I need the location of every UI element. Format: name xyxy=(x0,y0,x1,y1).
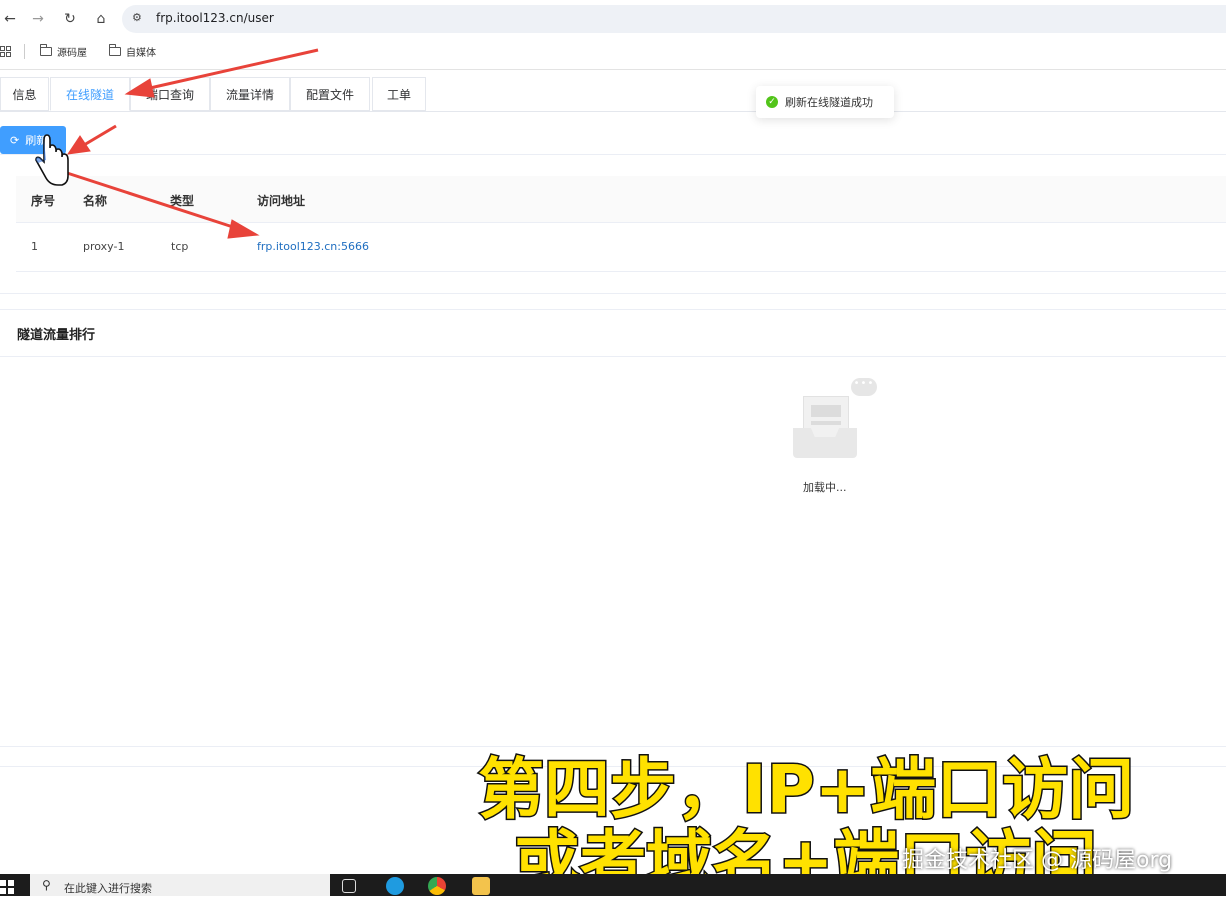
arrow-to-tab xyxy=(149,48,319,90)
taskbar: ⚲ 在此键入进行搜索 xyxy=(0,874,1226,896)
taskbar-search[interactable]: ⚲ 在此键入进行搜索 xyxy=(30,874,330,896)
chrome-icon[interactable] xyxy=(428,877,446,895)
watermark: 掘金技术社区 @ 源码屋org xyxy=(902,848,1173,873)
arrow-to-address-head xyxy=(227,219,260,239)
file-explorer-icon[interactable] xyxy=(472,877,490,895)
taskbar-search-text: 在此键入进行搜索 xyxy=(64,882,152,895)
arrow-to-button xyxy=(83,124,117,147)
hand-pointer-icon xyxy=(35,134,69,186)
arrow-to-tab-head xyxy=(124,78,155,98)
caption-line-1: 第四步，IP+端口访问 xyxy=(476,750,1135,830)
edge-icon[interactable] xyxy=(386,877,404,895)
arrow-to-address xyxy=(63,170,237,230)
windows-start-icon[interactable] xyxy=(0,880,14,894)
search-icon: ⚲ xyxy=(42,878,51,892)
task-view-icon[interactable] xyxy=(342,879,356,893)
